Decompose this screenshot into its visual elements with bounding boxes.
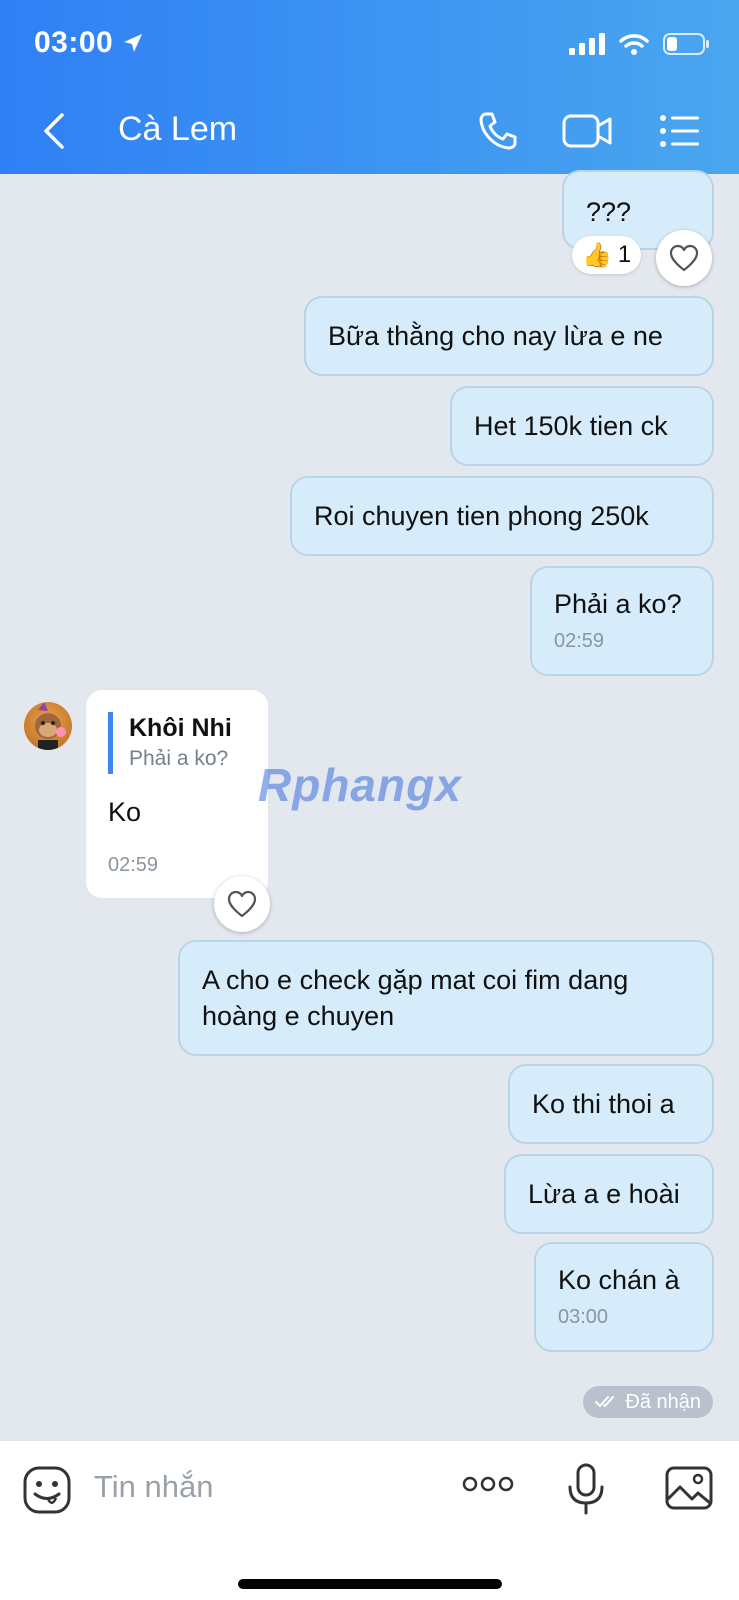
message-text: Phải a ko? bbox=[554, 589, 682, 619]
ape-avatar-icon bbox=[35, 702, 66, 750]
message-text: Bữa thằng cho nay lừa e ne bbox=[328, 321, 663, 351]
more-options-button[interactable] bbox=[462, 1475, 514, 1498]
message-text: Ko chán à bbox=[558, 1265, 680, 1295]
message-text: Lừa a e hoài bbox=[528, 1179, 680, 1209]
status-time-text: 03:00 bbox=[34, 26, 114, 59]
message-bubble[interactable]: Het 150k tien ck bbox=[450, 386, 714, 466]
double-check-icon bbox=[595, 1396, 615, 1407]
status-icons bbox=[569, 32, 711, 56]
reaction-count: 1 bbox=[617, 241, 632, 268]
watermark: Rphangx bbox=[258, 759, 462, 811]
home-indicator bbox=[238, 1579, 502, 1589]
message-bubble[interactable]: Ko chán à 03:00 bbox=[534, 1242, 714, 1352]
battery-icon bbox=[663, 33, 709, 55]
voice-message-button[interactable] bbox=[566, 1463, 606, 1520]
back-button[interactable] bbox=[40, 108, 80, 154]
more-dots-icon bbox=[462, 1476, 514, 1492]
chat-options-button[interactable] bbox=[656, 108, 704, 154]
message-time: 02:59 bbox=[108, 854, 159, 876]
message-bubble[interactable]: Khôi Nhi Phải a ko? Ko 02:59 bbox=[84, 688, 270, 900]
delivery-status-text: Đã nhận bbox=[625, 1390, 701, 1413]
message-bubble[interactable]: Lừa a e hoài bbox=[504, 1154, 714, 1234]
video-camera-icon bbox=[562, 114, 612, 148]
quoted-reply[interactable]: Khôi Nhi Phải a ko? bbox=[108, 712, 268, 774]
message-text: Ko bbox=[108, 797, 142, 827]
thumbs-up-icon: 👍 bbox=[582, 241, 612, 269]
avatar[interactable] bbox=[24, 702, 72, 750]
cellular-signal-icon bbox=[569, 33, 605, 55]
react-button[interactable] bbox=[656, 230, 712, 286]
image-icon bbox=[665, 1466, 713, 1510]
phone-icon bbox=[479, 112, 517, 150]
message-text: A cho e check gặp mat coi fim dang hoàng… bbox=[202, 965, 629, 1031]
composer-bar: Tin nhắn bbox=[0, 1440, 739, 1600]
message-bubble[interactable]: Phải a ko? 02:59 bbox=[530, 566, 714, 676]
status-time: 03:00 bbox=[34, 26, 145, 60]
emoji-face-icon bbox=[23, 1466, 71, 1514]
quoted-message-text: Phải a ko? bbox=[129, 747, 229, 770]
message-bubble[interactable]: Ko thi thoi a bbox=[508, 1064, 714, 1144]
message-input[interactable]: Tin nhắn bbox=[94, 1469, 214, 1505]
message-bubble[interactable]: Bữa thằng cho nay lừa e ne bbox=[304, 296, 714, 376]
list-menu-icon bbox=[660, 115, 699, 147]
message-text: ??? bbox=[586, 197, 632, 227]
react-button[interactable] bbox=[214, 876, 270, 932]
message-list[interactable]: ??? 👍 1 Bữa thằng cho nay lừa e ne Het 1… bbox=[0, 170, 739, 1440]
message-text: Het 150k tien ck bbox=[474, 411, 668, 441]
sticker-button[interactable] bbox=[22, 1465, 72, 1515]
message-bubble[interactable]: Roi chuyen tien phong 250k bbox=[290, 476, 714, 556]
chat-title[interactable]: Cà Lem bbox=[118, 110, 237, 149]
message-time: 02:59 bbox=[554, 630, 605, 652]
location-arrow-icon bbox=[124, 34, 143, 52]
message-bubble[interactable]: A cho e check gặp mat coi fim dang hoàng… bbox=[178, 940, 714, 1056]
message-time: 03:00 bbox=[558, 1306, 609, 1328]
reaction-badge[interactable]: 👍 1 bbox=[572, 236, 642, 274]
message-text: Roi chuyen tien phong 250k bbox=[314, 501, 649, 531]
message-text: Ko thi thoi a bbox=[532, 1089, 675, 1119]
quoted-sender-name: Khôi Nhi bbox=[129, 714, 232, 742]
voice-call-button[interactable] bbox=[474, 108, 522, 154]
heart-icon bbox=[227, 890, 257, 918]
chevron-left-icon bbox=[44, 113, 64, 149]
photo-button[interactable] bbox=[664, 1465, 714, 1516]
heart-icon bbox=[669, 244, 699, 272]
wifi-icon bbox=[619, 34, 649, 55]
video-call-button[interactable] bbox=[560, 108, 616, 154]
delivery-status-badge: Đã nhận bbox=[583, 1386, 713, 1418]
microphone-icon bbox=[568, 1463, 604, 1515]
chat-header: 03:00 Cà Lem bbox=[0, 0, 739, 174]
